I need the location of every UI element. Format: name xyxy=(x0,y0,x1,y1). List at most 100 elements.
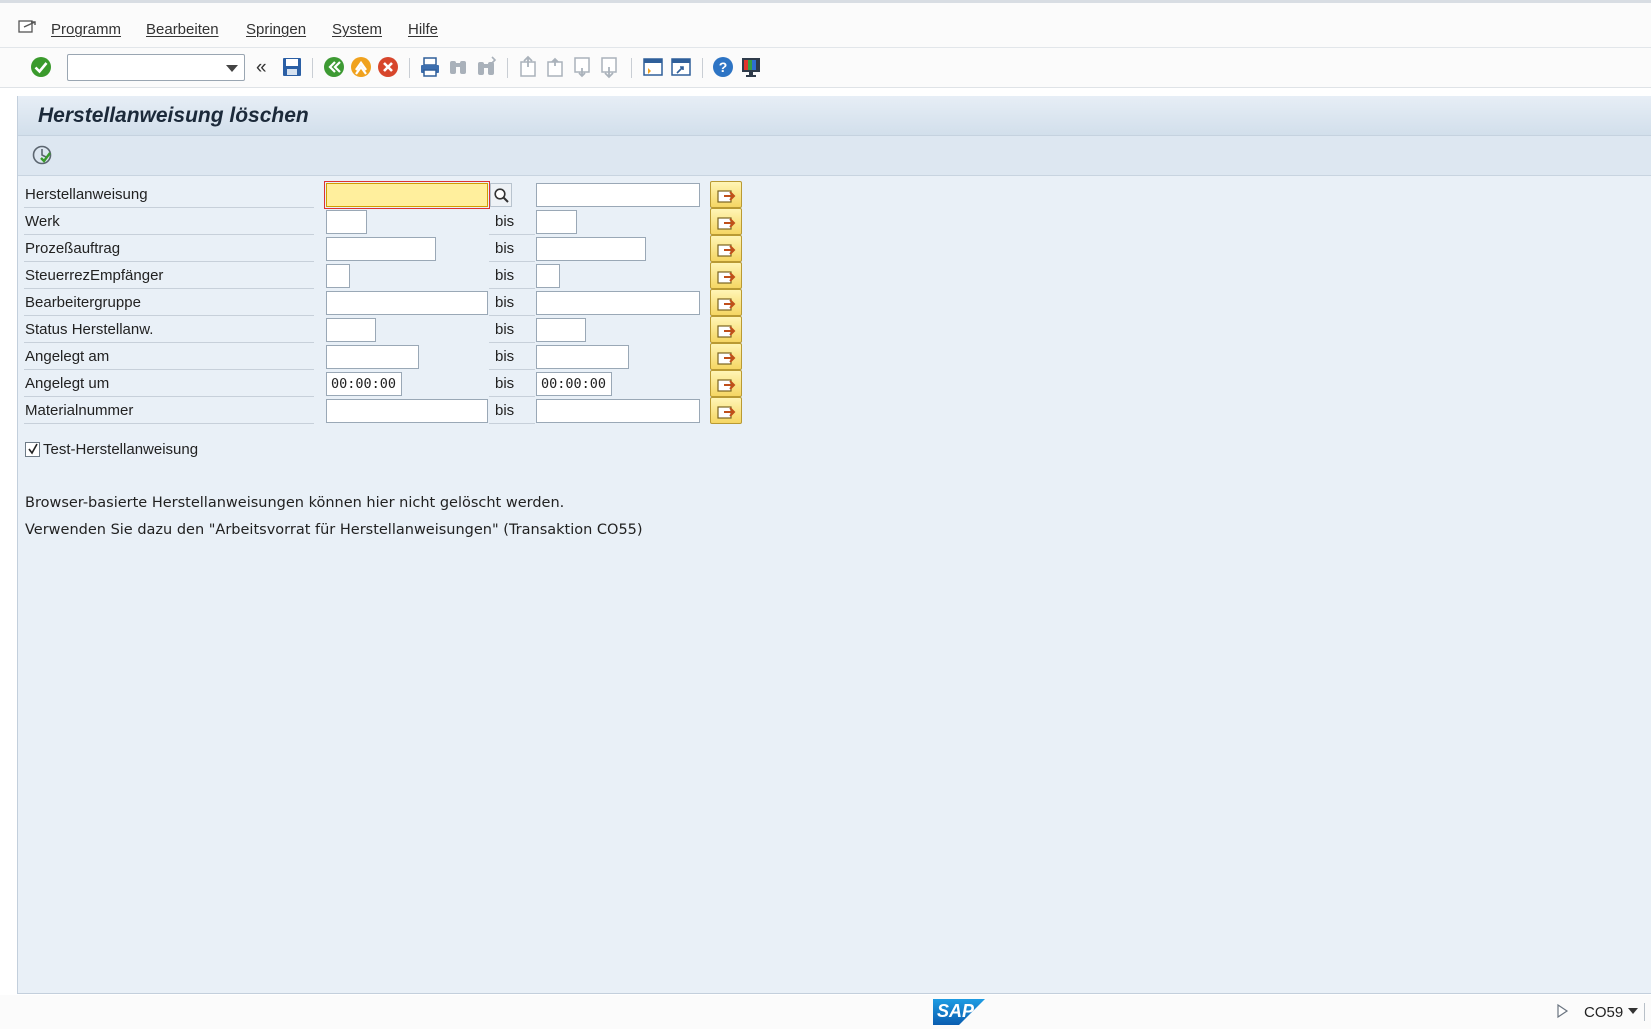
angelegt-um-to-input[interactable]: 00:00:00 xyxy=(536,372,612,396)
find-icon[interactable] xyxy=(446,55,470,79)
to-label: bis xyxy=(495,375,515,392)
status-herstellanw-to-input[interactable] xyxy=(536,318,586,342)
form-row-angelegt-um: Angelegt um 00:00:00 bis 00:00:00 xyxy=(24,370,744,397)
chevron-down-icon[interactable] xyxy=(1628,1008,1638,1014)
angelegt-um-from-input[interactable]: 00:00:00 xyxy=(326,372,402,396)
info-text-line-1: Browser-basierte Herstellanweisungen kön… xyxy=(25,495,565,511)
bearbeitergruppe-to-input[interactable] xyxy=(536,291,700,315)
multiple-selection-button[interactable] xyxy=(710,289,742,316)
to-label: bis xyxy=(495,240,515,257)
create-session-icon[interactable] xyxy=(641,55,665,79)
menu-icon[interactable] xyxy=(18,19,38,35)
next-page-icon[interactable] xyxy=(570,55,594,79)
field-label: Werk xyxy=(25,213,60,230)
previous-page-icon[interactable] xyxy=(543,55,567,79)
multiple-selection-icon xyxy=(717,217,736,230)
menu-programm[interactable]: Programm xyxy=(51,21,121,38)
help-icon[interactable]: ? xyxy=(711,55,735,79)
multiple-selection-icon xyxy=(717,190,736,203)
shortcut-icon[interactable] xyxy=(669,55,693,79)
first-page-icon[interactable] xyxy=(516,55,540,79)
materialnummer-to-input[interactable] xyxy=(536,399,700,423)
angelegt-am-from-input[interactable] xyxy=(326,345,419,369)
to-label: bis xyxy=(495,348,515,365)
test-herstellanweisung-checkbox[interactable] xyxy=(25,442,40,457)
main-area: Herstellanweisung löschen Herstellanweis… xyxy=(17,96,1651,994)
play-icon[interactable] xyxy=(1554,1003,1570,1019)
steuerrezempfaenger-from-input[interactable] xyxy=(326,264,350,288)
last-page-icon[interactable] xyxy=(597,55,621,79)
to-label: bis xyxy=(495,402,515,419)
prozessauftrag-to-input[interactable] xyxy=(536,237,646,261)
form-row-steuerrezempfaenger: SteuerrezEmpfänger bis xyxy=(24,262,744,289)
print-icon[interactable] xyxy=(418,55,442,79)
multiple-selection-icon xyxy=(717,379,736,392)
multiple-selection-button[interactable] xyxy=(710,316,742,343)
status-herstellanw-from-input[interactable] xyxy=(326,318,376,342)
multiple-selection-button[interactable] xyxy=(710,235,742,262)
steuerrezempfaenger-to-input[interactable] xyxy=(536,264,560,288)
multiple-selection-button[interactable] xyxy=(710,397,742,424)
toolbar-separator xyxy=(631,58,632,78)
field-label: Status Herstellanw. xyxy=(25,321,154,338)
menu-bearbeiten[interactable]: Bearbeiten xyxy=(146,21,219,38)
info-text-line-2: Verwenden Sie dazu den "Arbeitsvorrat fü… xyxy=(25,522,643,538)
field-label: Herstellanweisung xyxy=(25,186,148,203)
multiple-selection-icon xyxy=(717,406,736,419)
svg-text:?: ? xyxy=(719,59,728,75)
toolbar-separator xyxy=(312,58,313,78)
transaction-code: CO59 xyxy=(1584,1004,1624,1021)
check-icon xyxy=(28,443,38,455)
menu-system[interactable]: System xyxy=(332,21,382,38)
status-separator xyxy=(1644,1003,1645,1021)
bearbeitergruppe-from-input[interactable] xyxy=(326,291,488,315)
menu-bar: Programm Bearbeiten Springen System Hilf… xyxy=(0,0,1651,48)
to-label: bis xyxy=(495,213,515,230)
angelegt-am-to-input[interactable] xyxy=(536,345,629,369)
form-row-werk: Werk bis xyxy=(24,208,744,235)
chevron-down-icon[interactable] xyxy=(226,65,238,72)
form-row-bearbeitergruppe: Bearbeitergruppe bis xyxy=(24,289,744,316)
form-row-materialnummer: Materialnummer bis xyxy=(24,397,744,424)
customize-layout-icon[interactable] xyxy=(739,55,763,79)
execute-icon[interactable] xyxy=(30,143,54,167)
herstellanweisung-to-input[interactable] xyxy=(536,183,700,207)
materialnummer-from-input[interactable] xyxy=(326,399,488,423)
herstellanweisung-from-input[interactable] xyxy=(324,181,490,209)
multiple-selection-icon xyxy=(717,298,736,311)
cancel-icon[interactable] xyxy=(376,55,400,79)
to-label: bis xyxy=(495,321,515,338)
save-icon[interactable] xyxy=(280,55,304,79)
value-help-button[interactable] xyxy=(490,183,512,207)
status-bar: SAP CO59 xyxy=(0,995,1651,1029)
multiple-selection-icon xyxy=(717,352,736,365)
row-divider xyxy=(489,423,535,424)
prozessauftrag-from-input[interactable] xyxy=(326,237,436,261)
enter-icon[interactable] xyxy=(29,55,53,79)
multiple-selection-button[interactable] xyxy=(710,208,742,235)
toolbar-separator xyxy=(507,58,508,78)
werk-to-input[interactable] xyxy=(536,210,577,234)
multiple-selection-button[interactable] xyxy=(710,343,742,370)
toolbar-separator xyxy=(409,58,410,78)
exit-icon[interactable] xyxy=(349,55,373,79)
multiple-selection-button[interactable] xyxy=(710,370,742,397)
system-toolbar: « ? xyxy=(0,48,1651,88)
form-row-prozessauftrag: Prozeßauftrag bis xyxy=(24,235,744,262)
application-toolbar xyxy=(18,136,1651,176)
multiple-selection-icon xyxy=(717,271,736,284)
collapse-command-field-icon[interactable]: « xyxy=(256,57,267,79)
page-title: Herstellanweisung löschen xyxy=(38,104,309,127)
multiple-selection-icon xyxy=(717,244,736,257)
multiple-selection-button[interactable] xyxy=(710,262,742,289)
menu-hilfe[interactable]: Hilfe xyxy=(408,21,438,38)
command-field[interactable] xyxy=(67,54,245,81)
menu-springen[interactable]: Springen xyxy=(246,21,306,38)
werk-from-input[interactable] xyxy=(326,210,367,234)
search-icon xyxy=(494,188,509,203)
field-label: Bearbeitergruppe xyxy=(25,294,141,311)
back-icon[interactable] xyxy=(322,55,346,79)
find-next-icon[interactable] xyxy=(474,55,498,79)
field-label: Angelegt um xyxy=(25,375,110,392)
multiple-selection-button[interactable] xyxy=(710,181,742,208)
